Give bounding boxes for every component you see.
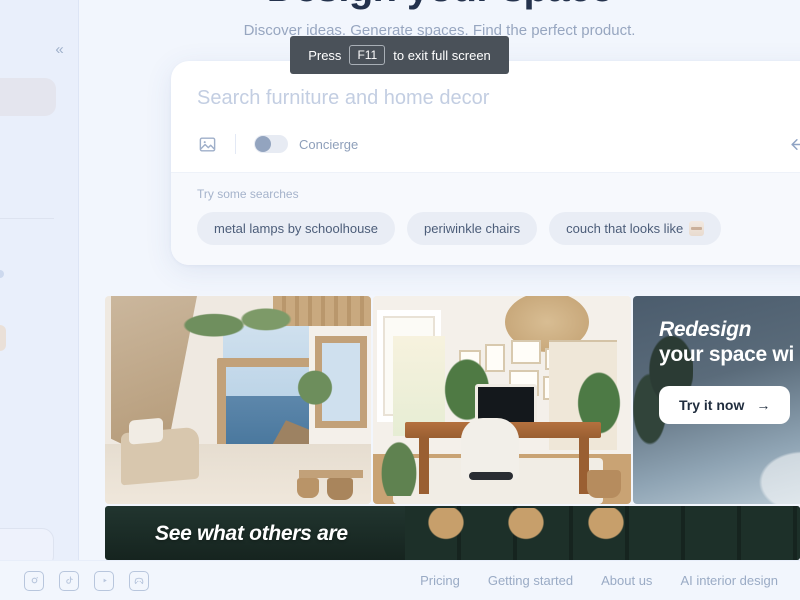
suggestion-chip[interactable]: metal lamps by schoolhouse [197,212,396,245]
footer: Pricing Getting started About us AI inte… [0,560,800,600]
couch-emoji-icon [689,221,705,236]
cloud-decoration [743,440,800,504]
inspiration-gallery: Redesign your space wi Try it now → [105,296,800,504]
concierge-label: Concierge [299,136,359,152]
social-icons [24,570,149,591]
community-banner[interactable]: See what others are [105,506,800,560]
footer-link-pricing[interactable]: Pricing [420,573,460,588]
footer-links: Pricing Getting started About us AI inte… [420,573,778,588]
promo-heading-line1: Redesign [659,318,752,341]
suggestion-chip-label: metal lamps by schoolhouse [214,221,379,236]
page-title: Design your space [79,0,800,11]
search-submit-button[interactable] [787,133,800,155]
concierge-toggle[interactable] [254,135,288,153]
suggestion-chips: metal lamps by schoolhouse periwinkle ch… [197,212,800,245]
footer-link-getting-started[interactable]: Getting started [488,573,573,588]
terrace-image [105,296,371,504]
search-tools-row: Concierge [171,110,800,172]
sidebar-bullet-icon [0,270,4,278]
sidebar-collapse-icon[interactable]: « [48,38,70,60]
sidebar: « [0,0,79,600]
try-it-now-label: Try it now [679,397,745,413]
tooltip-key-f11: F11 [349,45,386,65]
home-office-image [373,296,631,504]
search-input[interactable] [197,87,800,110]
promo-heading: Redesign your space wi [659,318,800,368]
youtube-icon[interactable] [94,570,114,591]
instagram-icon[interactable] [24,570,44,591]
sidebar-divider [0,218,54,219]
discord-icon[interactable] [129,570,149,591]
gallery-card-mediterranean-terrace[interactable] [105,296,371,504]
footer-link-about-us[interactable]: About us [601,573,652,588]
tooltip-suffix: to exit full screen [393,47,491,63]
suggestions-label: Try some searches [197,187,299,201]
sidebar-thumbnail[interactable] [0,325,6,351]
tools-divider [235,134,236,154]
gallery-card-home-office[interactable] [373,296,631,504]
arrow-right-icon: → [756,397,771,413]
tooltip-prefix: Press [308,47,342,63]
tiktok-icon[interactable] [59,570,79,591]
suggestion-chip-label: couch that looks like [566,221,684,236]
suggestion-chip[interactable]: periwinkle chairs [407,212,538,245]
promo-heading-line2: your space wi [659,342,794,366]
search-card: Concierge Try some searches metal lamps … [171,61,800,265]
community-banner-text: See what others are [155,522,348,545]
image-search-icon[interactable] [197,134,217,154]
try-it-now-button[interactable]: Try it now → [659,386,791,424]
main-content: Design your space Discover ideas. Genera… [79,0,800,600]
footer-link-ai-interior-design[interactable]: AI interior design [680,573,778,588]
sidebar-search-pill[interactable] [0,78,56,116]
fullscreen-exit-tooltip: Press F11 to exit full screen [290,36,509,74]
suggestion-chip[interactable]: couch that looks like [549,212,722,245]
search-suggestions: Try some searches metal lamps by schoolh… [171,172,800,265]
gallery-card-promo[interactable]: Redesign your space wi Try it now → [633,296,800,504]
suggestion-chip-label: periwinkle chairs [424,221,521,236]
